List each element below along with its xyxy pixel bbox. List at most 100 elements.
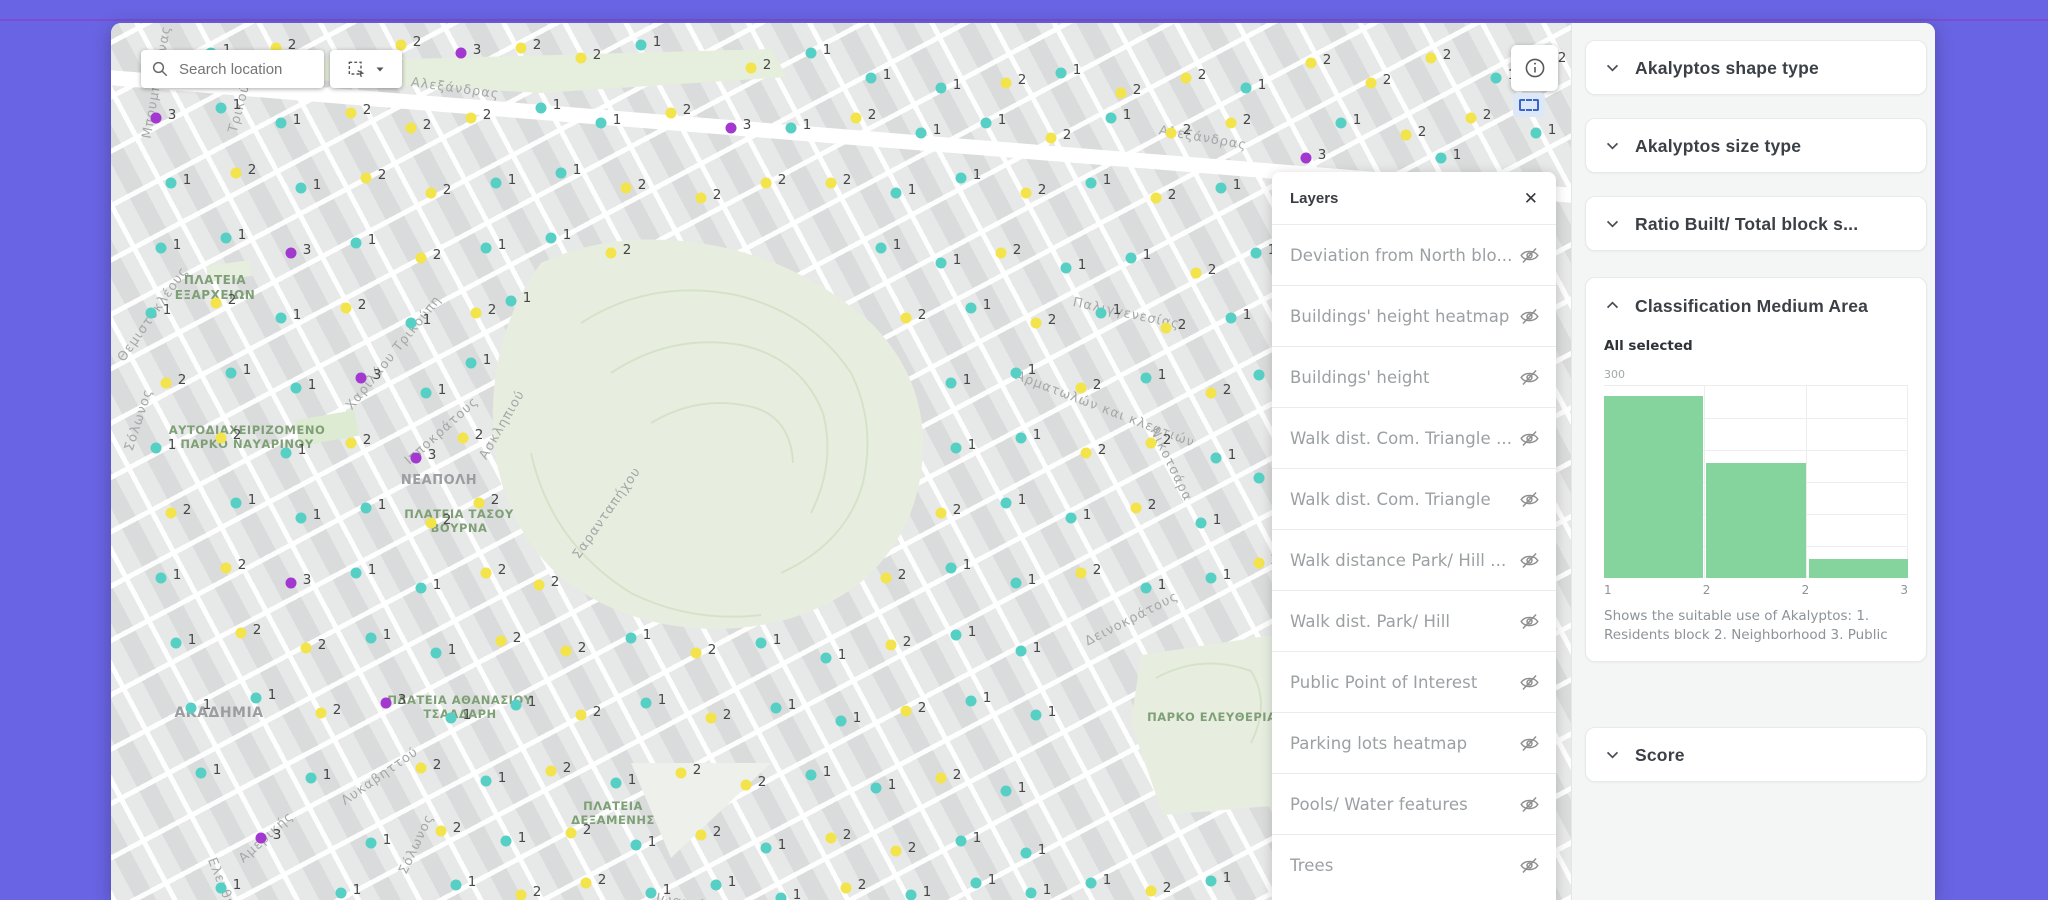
classification-dot[interactable] xyxy=(345,437,357,449)
classification-dot[interactable] xyxy=(1225,117,1237,129)
classification-dot[interactable] xyxy=(445,712,457,724)
classification-dot[interactable] xyxy=(340,302,352,314)
classification-dot[interactable] xyxy=(405,317,417,329)
layer-item[interactable]: Parking lots heatmap xyxy=(1272,712,1556,773)
search-input[interactable] xyxy=(177,59,314,79)
classification-dot[interactable] xyxy=(405,122,417,134)
classification-dot[interactable] xyxy=(170,637,182,649)
classification-dot[interactable] xyxy=(1225,312,1237,324)
classification-dot[interactable] xyxy=(825,832,837,844)
visibility-off-icon[interactable] xyxy=(1519,611,1540,632)
layer-item[interactable]: Buildings' height xyxy=(1272,346,1556,407)
classification-dot[interactable] xyxy=(605,247,617,259)
classification-dot[interactable] xyxy=(480,242,492,254)
classification-dot[interactable] xyxy=(290,382,302,394)
layer-item[interactable]: Buildings' height heatmap xyxy=(1272,285,1556,346)
classification-dot[interactable] xyxy=(900,705,912,717)
classification-dot[interactable] xyxy=(560,645,572,657)
layer-item[interactable]: Public Point of Interest xyxy=(1272,651,1556,712)
classification-dot[interactable] xyxy=(1190,267,1202,279)
classification-dot[interactable] xyxy=(410,452,422,464)
classification-dot[interactable] xyxy=(1115,87,1127,99)
classification-dot[interactable] xyxy=(1195,517,1207,529)
classification-dot[interactable] xyxy=(230,167,242,179)
classification-dot[interactable] xyxy=(215,882,227,894)
classification-dot[interactable] xyxy=(505,295,517,307)
classification-dot[interactable] xyxy=(500,835,512,847)
visibility-off-icon[interactable] xyxy=(1519,245,1540,266)
classification-dot[interactable] xyxy=(1530,127,1542,139)
classification-dot[interactable] xyxy=(820,652,832,664)
classification-dot[interactable] xyxy=(630,839,642,851)
classification-dot[interactable] xyxy=(415,582,427,594)
classification-dot[interactable] xyxy=(1075,382,1087,394)
close-icon[interactable]: ✕ xyxy=(1524,190,1538,207)
section-header-classification[interactable]: Classification Medium Area xyxy=(1586,278,1926,336)
classification-dot[interactable] xyxy=(1030,709,1042,721)
classification-dot[interactable] xyxy=(620,182,632,194)
classification-dot[interactable] xyxy=(890,187,902,199)
classification-dot[interactable] xyxy=(465,357,477,369)
classification-dot[interactable] xyxy=(425,187,437,199)
classification-dot[interactable] xyxy=(533,579,545,591)
classification-dot[interactable] xyxy=(225,367,237,379)
classification-dot[interactable] xyxy=(1253,557,1265,569)
classification-dot[interactable] xyxy=(1435,152,1447,164)
classification-dot[interactable] xyxy=(1125,252,1137,264)
section-header-score[interactable]: Score xyxy=(1586,728,1926,783)
classification-dot[interactable] xyxy=(1015,645,1027,657)
classification-dot[interactable] xyxy=(770,702,782,714)
classification-dot[interactable] xyxy=(665,107,677,119)
classification-dot[interactable] xyxy=(905,889,917,900)
classification-dot[interactable] xyxy=(450,879,462,891)
classification-dot[interactable] xyxy=(515,889,527,900)
classification-dot[interactable] xyxy=(875,242,887,254)
classification-dot[interactable] xyxy=(1130,502,1142,514)
visibility-off-icon[interactable] xyxy=(1519,550,1540,571)
classification-dot[interactable] xyxy=(1465,112,1477,124)
classification-dot[interactable] xyxy=(285,577,297,589)
classification-dot[interactable] xyxy=(345,107,357,119)
classification-dot[interactable] xyxy=(315,707,327,719)
classification-dot[interactable] xyxy=(1030,317,1042,329)
visibility-off-icon[interactable] xyxy=(1519,794,1540,815)
classification-dot[interactable] xyxy=(430,647,442,659)
classification-dot[interactable] xyxy=(575,52,587,64)
visibility-off-icon[interactable] xyxy=(1519,489,1540,510)
classification-dot[interactable] xyxy=(295,512,307,524)
classification-dot[interactable] xyxy=(1065,512,1077,524)
classification-dot[interactable] xyxy=(285,247,297,259)
classification-dot[interactable] xyxy=(1253,369,1265,381)
classification-dot[interactable] xyxy=(545,765,557,777)
classification-dot[interactable] xyxy=(1025,887,1037,899)
classification-dot[interactable] xyxy=(1085,877,1097,889)
classification-dot[interactable] xyxy=(945,562,957,574)
classification-dot[interactable] xyxy=(150,112,162,124)
classification-dot[interactable] xyxy=(835,715,847,727)
classification-dot[interactable] xyxy=(1205,387,1217,399)
classification-dot[interactable] xyxy=(935,507,947,519)
classification-dot[interactable] xyxy=(510,699,522,711)
classification-dot[interactable] xyxy=(1250,247,1262,259)
layer-item[interactable]: Deviation from North blo... xyxy=(1272,224,1556,285)
classification-dot[interactable] xyxy=(595,117,607,129)
classification-dot[interactable] xyxy=(455,47,467,59)
map-canvas[interactable]: Αλεξάνδρας Αλεξάνδρας Αρματωλών και κλεφτι… xyxy=(111,23,1571,900)
classification-dot[interactable] xyxy=(965,302,977,314)
legend-chip-button[interactable] xyxy=(1513,93,1545,117)
classification-dot[interactable] xyxy=(1010,577,1022,589)
classification-dot[interactable] xyxy=(220,562,232,574)
classification-dot[interactable] xyxy=(995,247,1007,259)
classification-dot[interactable] xyxy=(1400,129,1412,141)
classification-dot[interactable] xyxy=(415,762,427,774)
classification-dot[interactable] xyxy=(1060,262,1072,274)
classification-dot[interactable] xyxy=(640,697,652,709)
classification-dot[interactable] xyxy=(165,177,177,189)
classification-dot[interactable] xyxy=(255,832,267,844)
classification-dot[interactable] xyxy=(1305,57,1317,69)
classification-dot[interactable] xyxy=(1020,187,1032,199)
classification-dot[interactable] xyxy=(155,242,167,254)
classification-dot[interactable] xyxy=(890,845,902,857)
visibility-off-icon[interactable] xyxy=(1519,855,1540,876)
classification-dot[interactable] xyxy=(1150,192,1162,204)
